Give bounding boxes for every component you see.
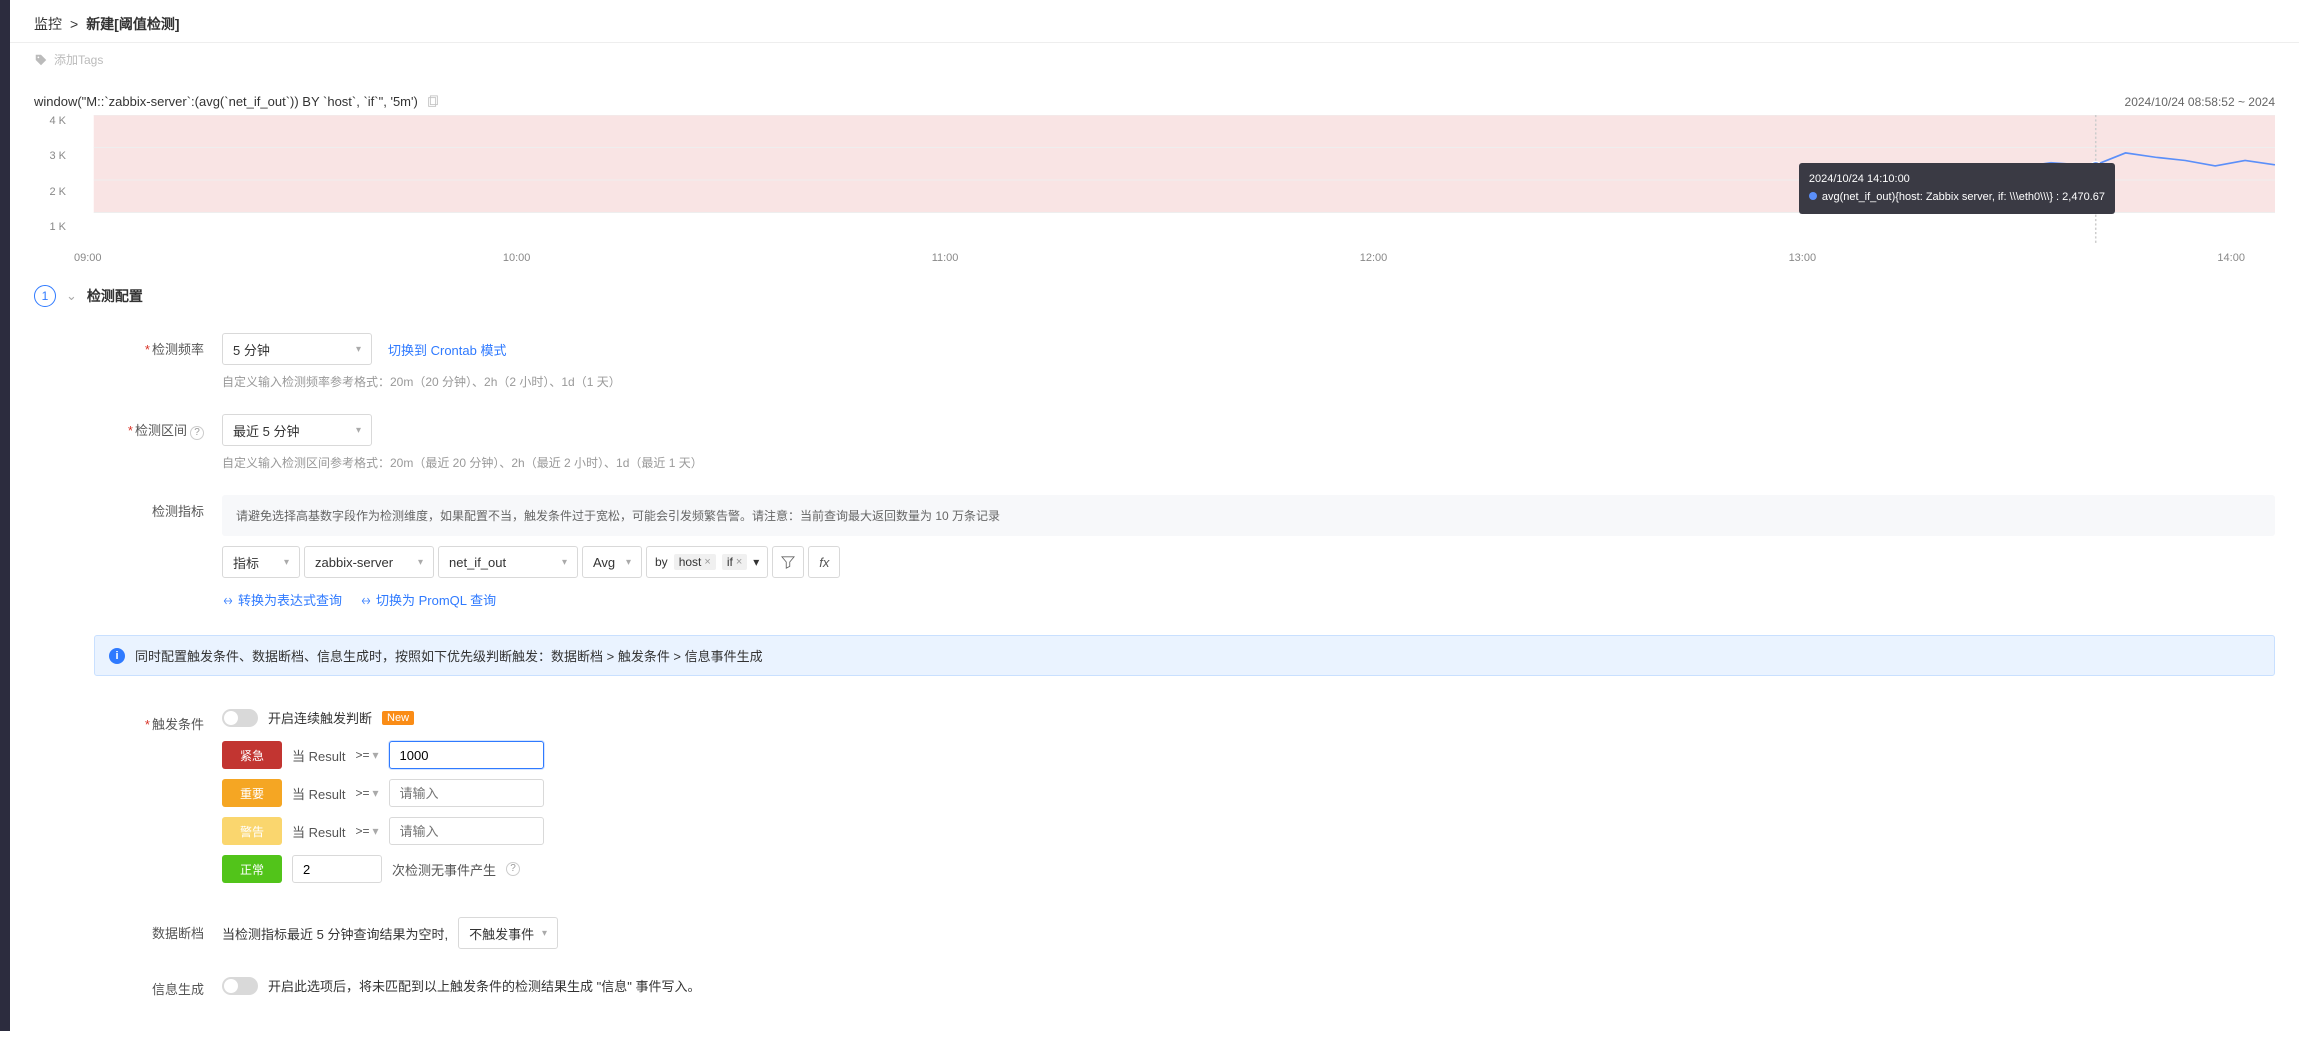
interval-hint: 自定义输入检测区间参考格式：20m（最近 20 分钟）、2h（最近 2 小时）、… (222, 454, 2275, 471)
severity-urgent: 紧急 (222, 741, 282, 769)
operator-select[interactable]: >= ▾ (355, 786, 378, 800)
remove-tag-icon[interactable]: × (736, 556, 742, 568)
infogen-text: 开启此选项后，将未匹配到以上触发条件的检测结果生成 "信息" 事件写入。 (268, 976, 700, 995)
gap-text: 当检测指标最近 5 分钟查询结果为空时, (222, 924, 448, 943)
add-tags-button[interactable]: 添加Tags (54, 51, 103, 68)
urgent-threshold-input[interactable] (389, 741, 544, 769)
interval-select[interactable]: 最近 5 分钟▾ (222, 414, 372, 446)
left-sidebar[interactable] (0, 0, 10, 1031)
frequency-hint: 自定义输入检测频率参考格式：20m（20 分钟）、2h（2 小时）、1d（1 天… (222, 373, 2275, 390)
metric-warning: 请避免选择高基数字段作为检测维度，如果配置不当，触发条件过于宽松，可能会引发频繁… (222, 495, 2275, 536)
metric-field-select[interactable]: net_if_out▾ (438, 546, 578, 578)
important-threshold-input[interactable] (389, 779, 544, 807)
help-icon[interactable]: ? (190, 426, 204, 440)
priority-info-alert: i 同时配置触发条件、数据断档、信息生成时，按照如下优先级判断触发：数据断档 >… (94, 635, 2275, 676)
breadcrumb-parent[interactable]: 监控 (34, 14, 62, 34)
help-icon[interactable]: ? (506, 862, 520, 876)
info-gen-toggle[interactable] (222, 977, 258, 995)
breadcrumb-current: 新建[阈值检测] (86, 14, 179, 34)
time-range: 2024/10/24 08:58:52 ~ 2024 (2125, 95, 2275, 109)
operator-select[interactable]: >= ▾ (355, 748, 378, 762)
metric-agg-select[interactable]: Avg▾ (582, 546, 642, 578)
warn-threshold-input[interactable] (389, 817, 544, 845)
step-number: 1 (34, 285, 56, 307)
preview-chart[interactable]: 4 K 3 K 2 K 1 K 09:00 10:00 11:00 12:00 (34, 115, 2275, 255)
chevron-down-icon[interactable]: ⌄ (66, 288, 77, 304)
fx-button[interactable]: fx (808, 546, 840, 578)
metric-by-select[interactable]: by host× if× ▾ (646, 546, 768, 578)
metric-source-select[interactable]: zabbix-server▾ (304, 546, 434, 578)
severity-normal: 正常 (222, 855, 282, 883)
filter-button[interactable] (772, 546, 804, 578)
promql-query-link[interactable]: 切换为 PromQL 查询 (360, 590, 496, 609)
section-title: 检测配置 (87, 286, 143, 306)
chart-tooltip: 2024/10/24 14:10:00 avg(net_if_out){host… (1799, 163, 2115, 214)
remove-tag-icon[interactable]: × (704, 556, 710, 568)
severity-warn: 警告 (222, 817, 282, 845)
metric-type-select[interactable]: 指标▾ (222, 546, 300, 578)
frequency-select[interactable]: 5 分钟▾ (222, 333, 372, 365)
gap-action-select[interactable]: 不触发事件▾ (458, 917, 558, 949)
new-badge: New (382, 711, 414, 725)
expression-query-link[interactable]: 转换为表达式查询 (222, 590, 342, 609)
info-icon: i (109, 648, 125, 664)
continuous-trigger-toggle[interactable] (222, 709, 258, 727)
copy-icon[interactable] (426, 95, 440, 109)
breadcrumb: 监控 > 新建[阈值检测] (34, 14, 2275, 34)
operator-select[interactable]: >= ▾ (355, 824, 378, 838)
query-expression: window("M::`zabbix-server`:(avg(`net_if_… (34, 94, 418, 109)
tag-icon (34, 53, 48, 67)
normal-count-input[interactable] (292, 855, 382, 883)
severity-important: 重要 (222, 779, 282, 807)
crontab-mode-link[interactable]: 切换到 Crontab 模式 (388, 340, 506, 359)
toggle-label: 开启连续触发判断 (268, 708, 372, 727)
